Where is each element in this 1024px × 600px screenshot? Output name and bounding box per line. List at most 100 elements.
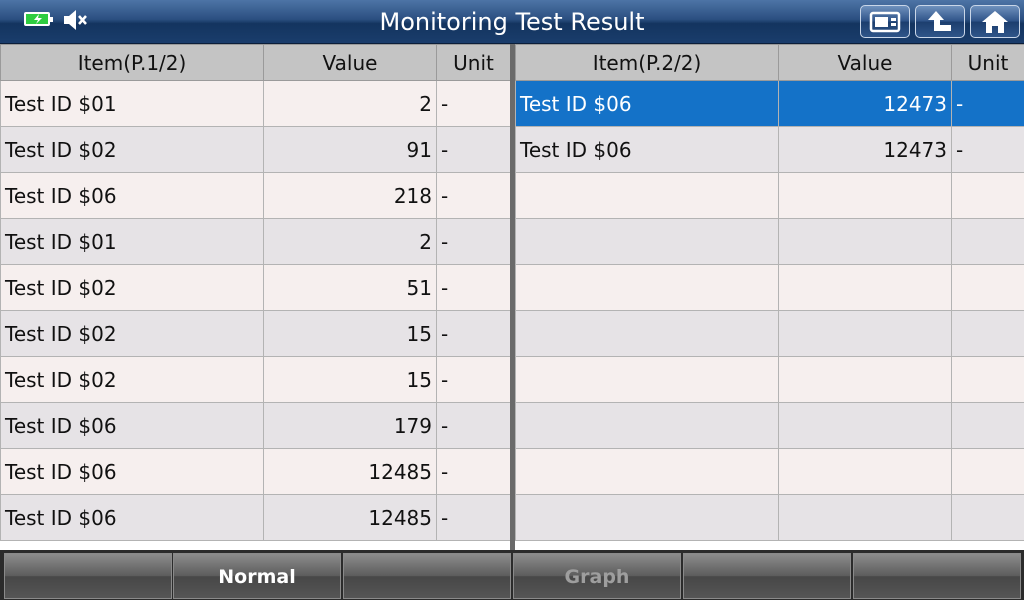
cell-unit: -	[436, 494, 511, 541]
cell-item	[515, 218, 779, 265]
cell-value: 2	[263, 80, 437, 127]
column-header-value[interactable]: Value	[778, 44, 952, 81]
cell-unit	[951, 264, 1024, 311]
home-icon	[982, 10, 1008, 33]
table-row[interactable]: Test ID $06 179-	[0, 402, 511, 449]
print-screen-icon	[869, 11, 901, 32]
cell-unit	[951, 356, 1024, 403]
cell-item: Test ID $06	[515, 80, 779, 127]
table-row-empty	[515, 356, 1024, 403]
table-row-empty	[515, 172, 1024, 219]
column-header-unit[interactable]: Unit	[951, 44, 1024, 81]
column-header-unit[interactable]: Unit	[436, 44, 511, 81]
cell-value	[778, 402, 952, 449]
cell-value: 2	[263, 218, 437, 265]
cell-unit: -	[436, 218, 511, 265]
function-button-3[interactable]	[343, 553, 511, 599]
table-row[interactable]: Test ID $02 15-	[0, 310, 511, 357]
print-screen-button[interactable]	[860, 5, 910, 38]
back-button[interactable]	[915, 5, 965, 38]
cell-unit	[951, 310, 1024, 357]
cell-value	[778, 448, 952, 495]
back-arrow-icon	[928, 10, 951, 31]
table-row[interactable]: Test ID $06 12485-	[0, 494, 511, 541]
cell-unit	[951, 494, 1024, 541]
table-row-empty	[515, 264, 1024, 311]
cell-item	[515, 494, 779, 541]
left-result-panel: Item(P.1/2) Value Unit Test ID $01 2- Tes…	[0, 44, 511, 550]
title-bar: Monitoring Test Result	[0, 0, 1024, 44]
cell-value: 15	[263, 310, 437, 357]
table-row[interactable]: Test ID $02 51-	[0, 264, 511, 311]
normal-button[interactable]: Normal	[173, 553, 341, 599]
cell-unit	[951, 448, 1024, 495]
table-row-empty	[515, 218, 1024, 265]
cell-item: Test ID $02	[0, 264, 264, 311]
column-header-item[interactable]: Item(P.2/2)	[515, 44, 779, 81]
table-row-empty	[515, 448, 1024, 495]
column-header-value[interactable]: Value	[263, 44, 437, 81]
table-row[interactable]: Test ID $06 218-	[0, 172, 511, 219]
cell-unit: -	[951, 126, 1024, 173]
table-row-empty	[515, 402, 1024, 449]
cell-unit	[951, 218, 1024, 265]
cell-unit: -	[436, 356, 511, 403]
cell-unit: -	[436, 80, 511, 127]
function-button-1[interactable]	[4, 553, 172, 599]
cell-item: Test ID $06	[0, 448, 264, 495]
cell-unit: -	[436, 264, 511, 311]
table-row-empty	[515, 310, 1024, 357]
cell-unit: -	[951, 80, 1024, 127]
cell-value	[778, 310, 952, 357]
cell-value	[778, 494, 952, 541]
cell-value: 15	[263, 356, 437, 403]
cell-unit: -	[436, 172, 511, 219]
home-button[interactable]	[970, 5, 1020, 38]
table-row[interactable]: Test ID $01 2-	[0, 80, 511, 127]
cell-item: Test ID $06	[0, 172, 264, 219]
right-result-panel: Item(P.2/2) Value Unit Test ID $06 12473-…	[515, 44, 1024, 550]
table-row[interactable]: Test ID $06 12473-	[515, 126, 1024, 173]
table-row[interactable]: Test ID $02 91-	[0, 126, 511, 173]
cell-item: Test ID $02	[0, 356, 264, 403]
right-result-table: Item(P.2/2) Value Unit Test ID $06 12473-…	[515, 44, 1024, 541]
table-row[interactable]: Test ID $06 12485-	[0, 448, 511, 495]
cell-item	[515, 448, 779, 495]
cell-item: Test ID $02	[0, 310, 264, 357]
cell-item: Test ID $06	[0, 402, 264, 449]
cell-unit	[951, 402, 1024, 449]
cell-item	[515, 310, 779, 357]
function-button-5[interactable]	[683, 553, 851, 599]
bottom-toolbar: Normal Graph	[0, 550, 1024, 600]
cell-value	[778, 356, 952, 403]
cell-item: Test ID $01	[0, 218, 264, 265]
cell-value: 91	[263, 126, 437, 173]
cell-value: 12485	[263, 494, 437, 541]
graph-button[interactable]: Graph	[513, 553, 681, 599]
column-header-item[interactable]: Item(P.1/2)	[0, 44, 264, 81]
cell-value	[778, 264, 952, 311]
function-button-6[interactable]	[853, 553, 1021, 599]
cell-unit: -	[436, 448, 511, 495]
cell-value: 51	[263, 264, 437, 311]
table-row-empty	[515, 494, 1024, 541]
table-row-selected[interactable]: Test ID $06 12473-	[515, 80, 1024, 127]
left-result-table: Item(P.1/2) Value Unit Test ID $01 2- Tes…	[0, 44, 511, 541]
cell-value	[778, 172, 952, 219]
cell-item: Test ID $06	[0, 494, 264, 541]
table-row[interactable]: Test ID $02 15-	[0, 356, 511, 403]
table-row[interactable]: Test ID $01 2-	[0, 218, 511, 265]
cell-value: 12485	[263, 448, 437, 495]
cell-item	[515, 172, 779, 219]
cell-value: 12473	[778, 126, 952, 173]
cell-item: Test ID $06	[515, 126, 779, 173]
cell-unit: -	[436, 310, 511, 357]
cell-item: Test ID $01	[0, 80, 264, 127]
cell-item	[515, 402, 779, 449]
cell-value: 218	[263, 172, 437, 219]
cell-item	[515, 356, 779, 403]
cell-value: 12473	[778, 80, 952, 127]
cell-item	[515, 264, 779, 311]
cell-unit	[951, 172, 1024, 219]
cell-value	[778, 218, 952, 265]
